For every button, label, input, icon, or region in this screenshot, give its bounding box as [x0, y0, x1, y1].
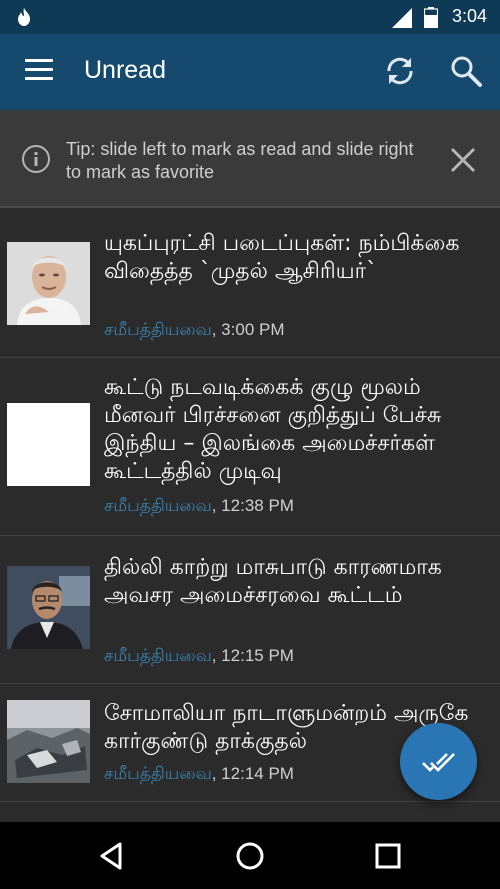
- article-time: , 12:14 PM: [211, 764, 294, 783]
- close-icon[interactable]: [449, 146, 477, 174]
- recents-icon[interactable]: [372, 840, 404, 872]
- article-time: , 3:00 PM: [211, 320, 285, 339]
- article-meta: சமீபத்தியவை, 3:00 PM: [104, 320, 285, 342]
- flame-icon: [18, 8, 30, 26]
- article-headline: தில்லி காற்று மாசுபாடு காரணமாக அவசர அமைச…: [104, 555, 442, 608]
- network-type: 4G: [391, 6, 407, 17]
- list-item[interactable]: கூட்டு நடவடிக்கைக் குழு மூலம் மீனவர் பிர…: [0, 358, 500, 536]
- navigation-bar: [0, 822, 500, 889]
- article-headline: யுகப்புரட்சி படைப்புகள்: நம்பிக்கை விதைத…: [104, 231, 460, 284]
- info-icon: [22, 145, 50, 173]
- mark-all-read-button[interactable]: [400, 723, 477, 800]
- back-icon[interactable]: [96, 840, 128, 872]
- menu-icon[interactable]: [25, 59, 53, 85]
- article-meta: சமீபத்தியவை, 12:14 PM: [104, 764, 294, 786]
- article-meta: சமீபத்தியவை, 12:38 PM: [104, 496, 294, 518]
- article-thumbnail: [7, 566, 90, 649]
- article-list: யுகப்புரட்சி படைப்புகள்: நம்பிக்கை விதைத…: [0, 210, 500, 802]
- article-source: சமீபத்தியவை: [104, 496, 212, 515]
- list-item[interactable]: தில்லி காற்று மாசுபாடு காரணமாக அவசர அமைச…: [0, 536, 500, 684]
- refresh-icon[interactable]: [383, 54, 417, 88]
- done-all-icon: [422, 753, 455, 772]
- article-thumbnail: [7, 403, 90, 486]
- battery-icon: [424, 7, 438, 28]
- tip-banner: Tip: slide left to mark as read and slid…: [0, 110, 500, 208]
- article-thumbnail: [7, 700, 90, 783]
- article-source: சமீபத்தியவை: [104, 320, 212, 339]
- article-source: சமீபத்தியவை: [104, 764, 212, 783]
- article-time: , 12:38 PM: [211, 496, 294, 515]
- clock: 3:04: [452, 6, 488, 26]
- screen: 4G 3:04 Unread Tip: slide left to mark a…: [0, 0, 500, 889]
- article-headline: கூட்டு நடவடிக்கைக் குழு மூலம் மீனவர் பிர…: [104, 375, 442, 484]
- app-bar: Unread: [0, 34, 500, 110]
- home-icon[interactable]: [234, 840, 266, 872]
- article-meta: சமீபத்தியவை, 12:15 PM: [104, 646, 294, 668]
- status-bar: 4G 3:04: [0, 0, 500, 34]
- article-thumbnail: [7, 242, 90, 325]
- tip-text: Tip: slide left to mark as read and slid…: [66, 139, 414, 182]
- article-source: சமீபத்தியவை: [104, 646, 212, 665]
- search-icon[interactable]: [449, 54, 483, 88]
- list-item[interactable]: யுகப்புரட்சி படைப்புகள்: நம்பிக்கை விதைத…: [0, 210, 500, 358]
- article-time: , 12:15 PM: [211, 646, 294, 665]
- page-title: Unread: [84, 56, 166, 84]
